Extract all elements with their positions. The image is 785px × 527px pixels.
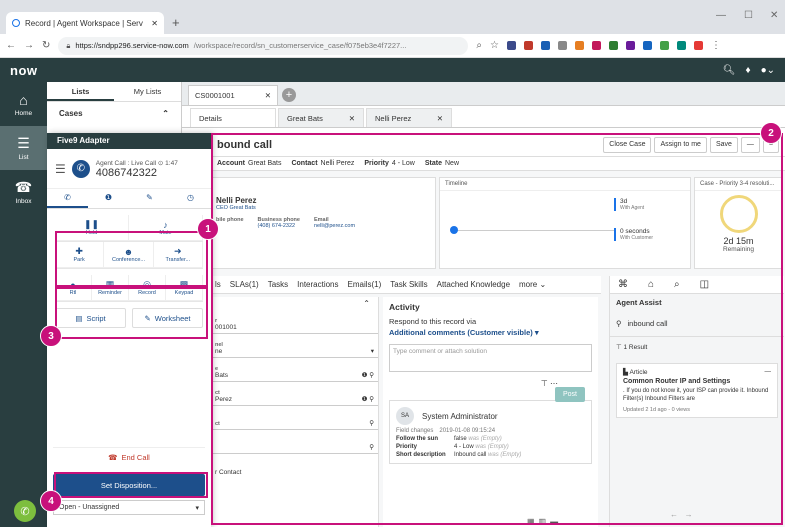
nav-inbox[interactable]: ☎ Inbox [0,170,47,214]
subtab-label: Nelli Perez [375,113,412,123]
list-cases[interactable]: Cases ⌃ [47,102,181,124]
back-icon[interactable]: ← [6,40,16,51]
extension-icon[interactable] [693,41,703,50]
subtab-account[interactable]: Great Bats ✕ [278,108,364,127]
annotation-box-4 [54,472,208,498]
disposition-select[interactable]: Open - Unassigned ▾ [53,500,205,515]
new-tab-button[interactable]: + [172,15,180,30]
extension-icon[interactable] [608,41,618,50]
close-icon[interactable]: ✕ [437,114,443,123]
reload-icon[interactable]: ↻ [42,40,50,51]
tab-edit[interactable]: ✎ [129,189,170,208]
nav-list[interactable]: ☰ List [0,126,47,170]
browser-tab-title: Record | Agent Workspace | Serv [25,18,143,28]
chevron-down-icon: ▾ [195,504,199,512]
extension-icon[interactable] [523,41,533,50]
five9-title: Five9 Adapter [47,133,211,149]
annotation-badge-3: 3 [40,325,62,347]
bookmark-star-icon[interactable]: ☆ [490,40,499,51]
inbox-icon: ☎ [14,179,33,195]
extension-icon[interactable] [642,41,652,50]
servicenow-favicon-icon [12,19,20,27]
call-status: Agent Call : Live Call [95,159,157,167]
maximize-icon[interactable]: ☐ [744,10,753,21]
user-avatar[interactable]: ●⌄ [761,65,775,76]
left-navigation: ⌂ Home ☰ List ☎ Inbox [0,82,47,527]
tab-lists[interactable]: Lists [47,82,114,101]
subtab-details[interactable]: Details [190,108,276,127]
browser-tab[interactable]: Record | Agent Workspace | Serv ✕ [6,12,164,34]
extension-icon[interactable] [574,41,584,50]
tab-my-lists[interactable]: My Lists [114,82,181,101]
chevron-up-icon: ⌃ [162,108,169,118]
nav-home-label: Home [14,109,33,117]
tab-clock[interactable]: ◷ [170,189,211,208]
end-call-button[interactable]: ☎ End Call [53,447,205,467]
servicenow-logo: now [10,62,38,78]
url-path: /workspace/record/sn_customerservice_cas… [193,41,407,50]
close-window-icon[interactable]: ✕ [770,10,778,21]
end-call-label: End Call [121,453,150,462]
mic-icon: ♪ [163,219,168,230]
workspace-tab-label: CS0001001 [195,91,235,100]
subtab-label: Details [199,113,222,123]
disposition-value: Open - Unassigned [59,504,120,511]
call-timer: 1:47 [165,159,178,167]
annotation-box-3 [55,287,208,339]
phone-softphone-icon[interactable]: ✆ [14,500,36,522]
nav-list-label: List [18,154,29,161]
phone-icon: ✆ [71,159,90,178]
hangup-icon: ☎ [108,453,118,462]
workspace-tab-case[interactable]: CS0001001 ✕ [188,85,278,105]
extension-icon[interactable] [591,41,601,50]
address-bar-row: ← → ↻ 🔒︎ https://sndpp296.service-now.co… [0,34,785,58]
five9-tabs: ✆ ❶ ✎ ◷ [47,189,211,209]
url-field[interactable]: 🔒︎ https://sndpp296.service-now.com/work… [58,36,469,55]
close-icon[interactable]: ✕ [349,114,355,123]
notification-bell-icon[interactable]: ♦ [745,65,750,76]
subtab-label: Great Bats [287,113,323,123]
call-info: ☰ ✆ Agent Call : Live Call ⊙ 1:47 408674… [47,149,211,189]
nav-home[interactable]: ⌂ Home [0,82,47,126]
pause-icon: ❚❚ [83,219,100,229]
subtab-contact[interactable]: Nelli Perez ✕ [366,108,452,127]
workspace-tab-bar: CS0001001 ✕ + [182,82,785,106]
annotation-box-1 [55,231,208,287]
list-icon: ☰ [17,135,30,151]
agent-menu-icon[interactable]: ☰ [55,162,66,176]
caller-number: 4086742322 [95,166,157,179]
extension-icon[interactable] [540,41,550,50]
search-icon[interactable]: 🔍︎ [723,65,736,76]
servicenow-header: now 🔍︎ ♦ ●⌄ [0,58,785,82]
close-tab-icon[interactable]: ✕ [151,19,158,28]
extension-icon[interactable] [676,41,686,50]
tab-info[interactable]: ❶ [88,189,129,208]
browser-tab-bar: Record | Agent Workspace | Serv ✕ + — ☐ … [0,0,785,34]
close-icon[interactable]: ✕ [265,91,271,100]
annotation-box-2 [211,133,783,525]
browser-menu-icon[interactable]: ⋮ [711,40,721,51]
zoom-icon[interactable]: ⌕ [476,40,482,51]
annotation-badge-2: 2 [760,122,782,144]
nav-inbox-label: Inbox [15,198,32,205]
record-subtab-bar: Details Great Bats ✕ Nelli Perez ✕ [182,106,785,128]
annotation-badge-4: 4 [40,490,62,512]
annotation-badge-1: 1 [197,218,219,240]
list-cases-label: Cases [59,108,83,118]
url-host: https://sndpp296.service-now.com [75,41,189,50]
home-icon: ⌂ [19,91,28,108]
lock-icon: 🔒︎ [66,40,71,50]
minimize-icon[interactable]: — [716,10,726,21]
extension-icon[interactable] [659,41,669,50]
add-tab-button[interactable]: + [282,88,296,102]
extension-icon[interactable] [506,41,516,50]
extension-icon[interactable] [557,41,567,50]
tab-phone[interactable]: ✆ [47,189,88,208]
extension-icon[interactable] [625,41,635,50]
forward-icon[interactable]: → [24,40,34,51]
